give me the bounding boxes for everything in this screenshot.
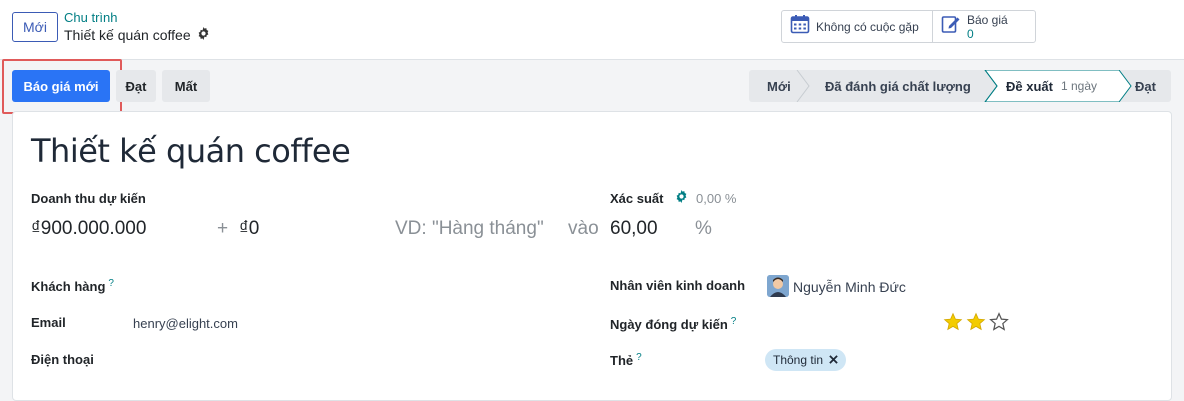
top-bar: Mới Chu trình Thiết kế quán coffee Không… [0, 0, 1184, 60]
customer-label: Khách hàng? [31, 278, 114, 294]
stage-duration: 1 ngày [1060, 79, 1097, 93]
phone-label: Điện thoại [31, 352, 94, 367]
deadline-label-text: Ngày đóng dự kiến [610, 317, 728, 332]
deadline-label: Ngày đóng dự kiến? [610, 316, 736, 332]
tags-label-text: Thẻ [610, 353, 634, 368]
quotations-label: Báo giá [967, 12, 1008, 27]
form-sheet: Thiết kế quán coffee Doanh thu dự kiến ₫… [12, 111, 1172, 401]
stage-proposal[interactable]: Đề xuất 1 ngày [1006, 70, 1097, 102]
salesperson-field[interactable]: Nguyễn Minh Đức [793, 279, 906, 295]
control-bar: Báo giá mới Đạt Mất Mới Đã đánh giá chất… [0, 59, 1184, 114]
gear-icon[interactable] [675, 190, 688, 208]
salesperson-label: Nhân viên kinh doanh [610, 278, 746, 293]
calendar-icon [790, 14, 810, 39]
recurring-revenue-field[interactable]: ₫0 [239, 218, 259, 240]
opportunity-title[interactable]: Thiết kế quán coffee [31, 132, 351, 170]
new-quotation-button[interactable]: Báo giá mới [12, 70, 110, 102]
customer-label-text: Khách hàng [31, 279, 106, 294]
expected-revenue-field[interactable]: ₫900.000.000 [31, 218, 146, 240]
avatar [767, 275, 789, 297]
breadcrumb-current-label: Thiết kế quán coffee [64, 27, 191, 43]
email-label: Email [31, 315, 66, 330]
stage-new[interactable]: Mới [767, 70, 791, 102]
stage-pipeline: Mới Đã đánh giá chất lượng Đề xuất 1 ngà… [749, 70, 1171, 102]
recurring-plan-input[interactable]: VD: "Hàng tháng" [395, 218, 553, 240]
quotations-count: 0 [967, 26, 974, 41]
tag-badge[interactable]: Thông tin [765, 349, 847, 371]
probability-auto: 0,00 % [696, 191, 737, 206]
new-record-button[interactable]: Mới [12, 12, 58, 42]
help-icon[interactable]: ? [108, 278, 114, 289]
help-icon[interactable]: ? [636, 352, 642, 363]
probability-unit: % [695, 218, 712, 239]
at-label: vào [568, 218, 599, 239]
smart-buttons: Không có cuộc gặp Báo giá 0 [781, 10, 1036, 43]
probability-field[interactable]: 60,00 [610, 218, 658, 240]
stage-won[interactable]: Đạt [1135, 70, 1156, 102]
expected-revenue-label: Doanh thu dự kiến [31, 191, 146, 206]
mark-won-button[interactable]: Đạt [116, 70, 156, 102]
star-filled-icon[interactable] [966, 312, 986, 332]
gear-icon[interactable] [197, 27, 210, 43]
priority-stars [943, 312, 1009, 332]
star-empty-icon[interactable] [989, 312, 1009, 332]
edit-document-icon [941, 14, 961, 39]
meetings-smart-button[interactable]: Không có cuộc gặp [782, 11, 932, 42]
email-field[interactable]: henry@elight.com [133, 316, 238, 331]
quotations-text: Báo giá 0 [967, 13, 1008, 41]
close-icon[interactable] [829, 353, 838, 367]
quotations-smart-button[interactable]: Báo giá 0 [932, 11, 1035, 42]
mark-lost-button[interactable]: Mất [162, 70, 210, 102]
tag-label: Thông tin [773, 353, 824, 367]
help-icon[interactable]: ? [731, 316, 737, 327]
stage-proposal-label: Đề xuất [1006, 78, 1053, 94]
tags-label: Thẻ? [610, 352, 642, 368]
meetings-label: Không có cuộc gặp [816, 19, 919, 34]
plus-sign: + [217, 218, 229, 239]
breadcrumb-current: Thiết kế quán coffee [64, 27, 210, 43]
breadcrumb-parent[interactable]: Chu trình [64, 10, 117, 25]
star-filled-icon[interactable] [943, 312, 963, 332]
probability-label: Xác suất [610, 191, 664, 206]
stage-qualified[interactable]: Đã đánh giá chất lượng [825, 70, 971, 102]
